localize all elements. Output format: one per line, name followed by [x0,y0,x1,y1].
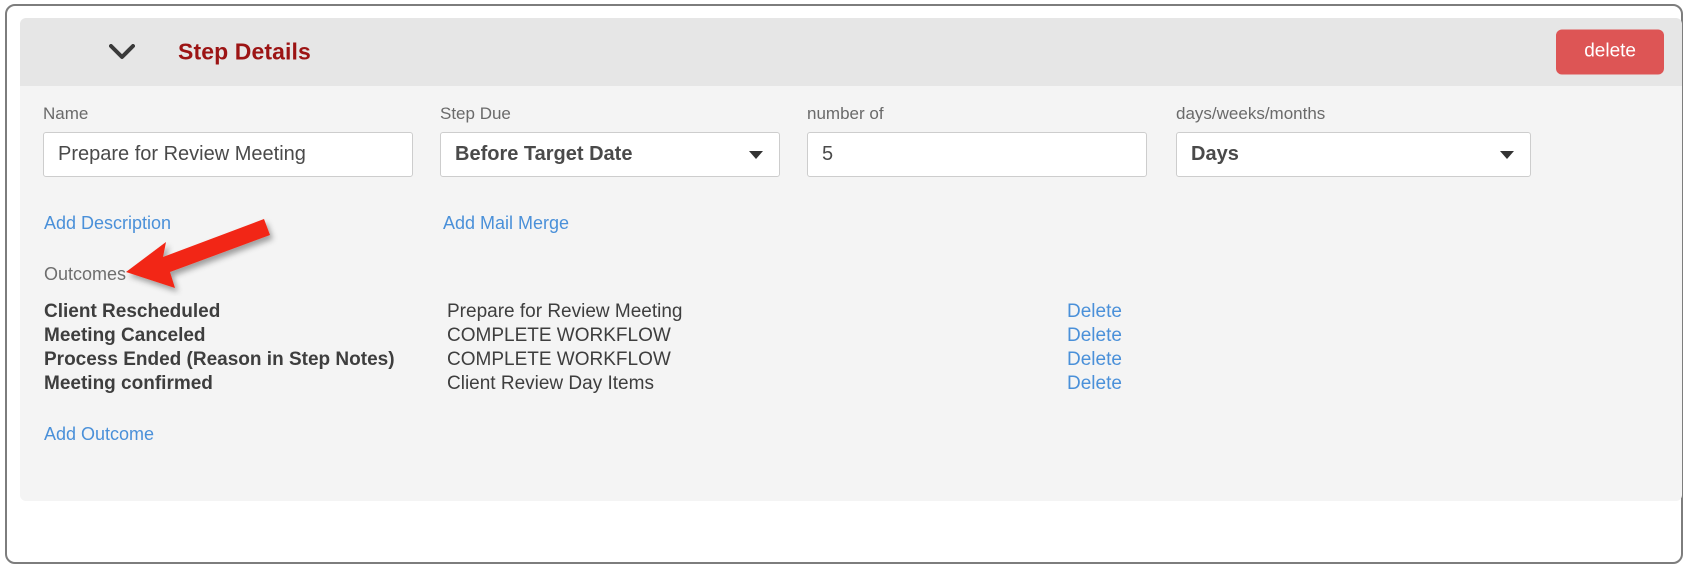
delete-outcome-link[interactable]: Delete [1067,373,1122,395]
outcome-target: COMPLETE WORKFLOW [447,325,671,346]
table-row: Process Ended (Reason in Step Notes) COM… [20,349,1682,373]
field-name: Name Prepare for Review Meeting [43,104,413,177]
panel-header: Step Details delete [20,18,1682,86]
delete-step-button[interactable]: delete [1556,29,1664,75]
outcome-target: Prepare for Review Meeting [447,301,683,322]
screenshot-root: Step Details delete Name Prepare for Rev… [0,0,1694,564]
outcome-target: COMPLETE WORKFLOW [447,349,671,370]
field-step-due: Step Due Before Target Date [440,104,780,177]
delete-outcome-link[interactable]: Delete [1067,349,1122,371]
time-unit-select-value: Days [1191,143,1239,165]
number-of-input-value: 5 [822,143,834,165]
step-details-panel: Step Details delete Name Prepare for Rev… [20,18,1682,501]
table-row: Meeting Canceled COMPLETE WORKFLOW Delet… [20,325,1682,349]
name-input-value: Prepare for Review Meeting [58,143,306,165]
field-name-label: Name [43,104,89,123]
outcome-name: Meeting Canceled [44,325,206,346]
delete-outcome-link[interactable]: Delete [1067,301,1122,323]
chevron-down-icon [749,150,763,159]
outcomes-section-label: Outcomes [44,264,127,284]
add-description-link[interactable]: Add Description [44,213,171,234]
add-mail-merge-link[interactable]: Add Mail Merge [443,213,569,234]
field-step-due-label: Step Due [440,104,511,123]
field-time-unit-label: days/weeks/months [1176,104,1326,123]
chevron-down-icon [1500,150,1514,159]
step-due-select-value: Before Target Date [455,143,633,165]
outcome-name: Client Rescheduled [44,301,221,322]
number-of-input[interactable]: 5 [807,132,1147,177]
field-time-unit: days/weeks/months Days [1176,104,1531,177]
outcome-name: Meeting confirmed [44,373,213,394]
outcome-name: Process Ended (Reason in Step Notes) [44,349,395,370]
panel-body: Name Prepare for Review Meeting Step Due… [20,86,1682,501]
outcomes-table: Client Rescheduled Prepare for Review Me… [20,301,1682,397]
field-number-of: number of 5 [807,104,1147,177]
fields-row: Name Prepare for Review Meeting Step Due… [20,86,1682,196]
name-input[interactable]: Prepare for Review Meeting [43,132,413,177]
table-row: Meeting confirmed Client Review Day Item… [20,373,1682,397]
add-outcome-link[interactable]: Add Outcome [44,424,154,445]
chevron-down-icon[interactable] [108,38,136,66]
table-row: Client Rescheduled Prepare for Review Me… [20,301,1682,325]
outer-card-frame: Step Details delete Name Prepare for Rev… [5,4,1683,564]
outcome-target: Client Review Day Items [447,373,654,394]
page-title: Step Details [178,38,311,65]
field-number-of-label: number of [807,104,884,123]
delete-outcome-link[interactable]: Delete [1067,325,1122,347]
step-due-select[interactable]: Before Target Date [440,132,780,177]
time-unit-select[interactable]: Days [1176,132,1531,177]
